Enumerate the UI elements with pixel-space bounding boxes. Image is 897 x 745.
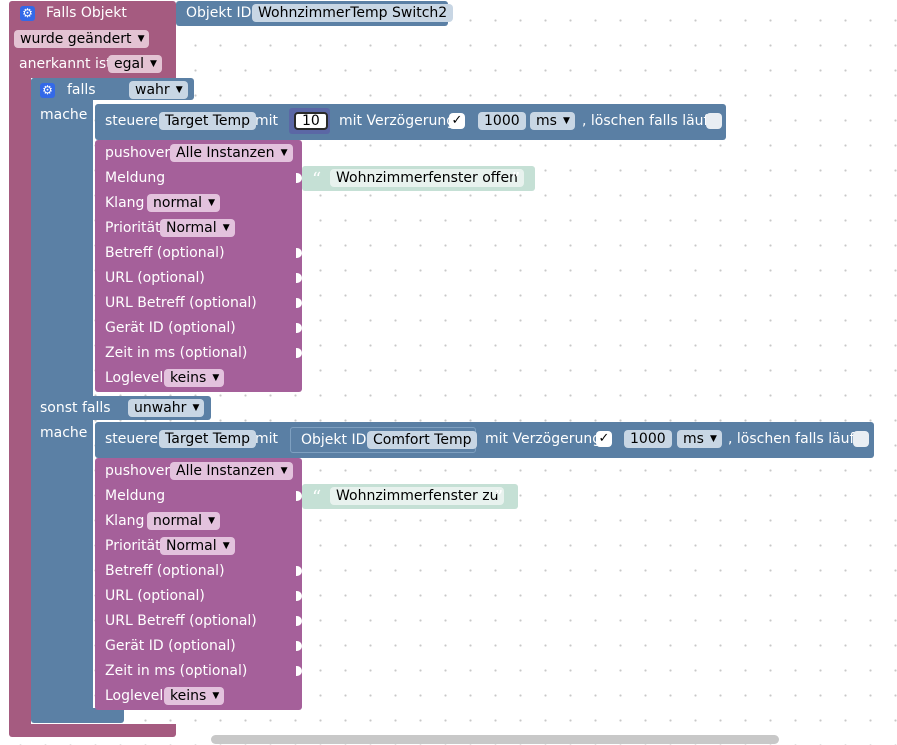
pushover2-url: URL (optional) xyxy=(105,588,205,604)
control2-target[interactable]: Target Temp xyxy=(159,430,257,448)
dropdown-arrow-icon: ▼ xyxy=(208,198,216,208)
dropdown-arrow-icon: ▼ xyxy=(280,148,288,158)
pushover2-priority-dropdown[interactable]: Normal ▼ xyxy=(160,537,235,555)
control1-unit-dropdown[interactable]: ms ▼ xyxy=(530,112,575,130)
pushover1-message[interactable]: Wohnzimmerfenster offen xyxy=(330,169,524,187)
pushover1-message-label: Meldung xyxy=(105,170,166,186)
control1-delay-value[interactable]: 1000 xyxy=(478,112,526,130)
do2-label: mache xyxy=(40,425,88,441)
pushover1-loglevel-dropdown[interactable]: keins ▼ xyxy=(164,369,225,387)
if-label: falls xyxy=(67,82,96,98)
pushover2-url-title: URL Betreff (optional) xyxy=(105,613,257,629)
control1-delay-checkbox[interactable]: ✓ xyxy=(449,113,465,129)
trigger-title: Falls Objekt xyxy=(46,5,127,21)
dropdown-arrow-icon: ▼ xyxy=(192,403,200,413)
trigger-block-body xyxy=(9,76,31,731)
pushover2-time: Zeit in ms (optional) xyxy=(105,663,248,679)
pushover2-message-label: Meldung xyxy=(105,488,166,504)
dropdown-arrow-icon: ▼ xyxy=(208,516,216,526)
gear-icon[interactable]: ⚙ xyxy=(40,83,55,98)
pushover1-subject: Betreff (optional) xyxy=(105,245,225,261)
else-label: sonst falls xyxy=(40,400,111,416)
dropdown-arrow-icon: ▼ xyxy=(280,466,288,476)
pushover1-label: pushover xyxy=(105,145,171,161)
do-label: mache xyxy=(40,107,88,123)
control2-delay-checkbox[interactable]: ✓ xyxy=(596,431,612,447)
control2-unit-dropdown[interactable]: ms ▼ xyxy=(677,430,722,448)
dropdown-arrow-icon: ▼ xyxy=(710,434,717,444)
control2-clear-checkbox[interactable] xyxy=(853,431,869,447)
pushover1-time: Zeit in ms (optional) xyxy=(105,345,248,361)
quote-close-icon: ” xyxy=(494,487,504,508)
dropdown-arrow-icon: ▼ xyxy=(222,223,230,233)
ack-dropdown[interactable]: egal ▼ xyxy=(108,55,162,73)
dropdown-arrow-icon: ▼ xyxy=(563,116,570,126)
control1-clear-label: , löschen falls läuft xyxy=(582,113,714,129)
control2-clear-label: , löschen falls läuft xyxy=(728,431,860,447)
pushover2-subject: Betreff (optional) xyxy=(105,563,225,579)
control2-delay-value[interactable]: 1000 xyxy=(624,430,672,448)
dropdown-arrow-icon: ▼ xyxy=(222,541,230,551)
pushover2-sound-label: Klang xyxy=(105,513,145,529)
object-id-label: Objekt ID xyxy=(186,5,252,21)
trigger-block-bottom xyxy=(9,724,176,737)
pushover1-url: URL (optional) xyxy=(105,270,205,286)
pushover2-instance-dropdown[interactable]: Alle Instanzen ▼ xyxy=(170,462,293,480)
control1-clear-checkbox[interactable] xyxy=(706,113,722,129)
dropdown-arrow-icon: ▼ xyxy=(212,373,220,383)
control2-delay-label: mit Verzögerung xyxy=(485,431,602,447)
changed-dropdown[interactable]: wurde geändert ▼ xyxy=(14,30,150,48)
dropdown-arrow-icon: ▼ xyxy=(212,691,220,701)
pushover1-loglevel-label: Loglevel xyxy=(105,370,164,386)
control1-delay-label: mit Verzögerung xyxy=(339,113,456,129)
control1-target[interactable]: Target Temp xyxy=(159,112,257,130)
ack-label: anerkannt ist xyxy=(19,56,112,72)
control2-obj-value[interactable]: Comfort Temp xyxy=(367,431,478,449)
pushover1-sound-dropdown[interactable]: normal ▼ xyxy=(147,194,221,212)
quote-open-icon: “ xyxy=(312,487,322,508)
control2-obj-label: Objekt ID xyxy=(301,432,367,448)
dropdown-arrow-icon: ▼ xyxy=(175,85,183,95)
control2-steuere: steuere xyxy=(105,431,158,447)
control1-steuere: steuere xyxy=(105,113,158,129)
dropdown-arrow-icon: ▼ xyxy=(137,34,145,44)
control2-mit: mit xyxy=(255,431,279,447)
else-condition-dropdown[interactable]: unwahr ▼ xyxy=(128,399,205,417)
control1-value[interactable]: 10 xyxy=(294,112,328,130)
gear-icon[interactable]: ⚙ xyxy=(20,6,35,21)
pushover2-device: Gerät ID (optional) xyxy=(105,638,236,654)
pushover2-priority-label: Priorität xyxy=(105,538,161,554)
dropdown-arrow-icon: ▼ xyxy=(150,59,157,69)
if-condition-dropdown[interactable]: wahr ▼ xyxy=(129,81,188,99)
object-id-value[interactable]: WohnzimmerTemp Switch2 xyxy=(252,4,454,22)
pushover1-url-title: URL Betreff (optional) xyxy=(105,295,257,311)
pushover1-instance-dropdown[interactable]: Alle Instanzen ▼ xyxy=(170,144,293,162)
pushover2-message[interactable]: Wohnzimmerfenster zu xyxy=(330,487,505,505)
pushover1-priority-dropdown[interactable]: Normal ▼ xyxy=(160,219,235,237)
quote-close-icon: ” xyxy=(511,169,521,190)
if-block-bottom xyxy=(31,708,124,723)
pushover2-label: pushover xyxy=(105,463,171,479)
pushover2-sound-dropdown[interactable]: normal ▼ xyxy=(147,512,221,530)
horizontal-scrollbar[interactable] xyxy=(211,735,779,744)
pushover1-device: Gerät ID (optional) xyxy=(105,320,236,336)
pushover1-sound-label: Klang xyxy=(105,195,145,211)
pushover1-priority-label: Priorität xyxy=(105,220,161,236)
quote-open-icon: “ xyxy=(312,169,322,190)
pushover2-loglevel-dropdown[interactable]: keins ▼ xyxy=(164,687,225,705)
pushover2-loglevel-label: Loglevel xyxy=(105,688,164,704)
control1-mit: mit xyxy=(255,113,279,129)
